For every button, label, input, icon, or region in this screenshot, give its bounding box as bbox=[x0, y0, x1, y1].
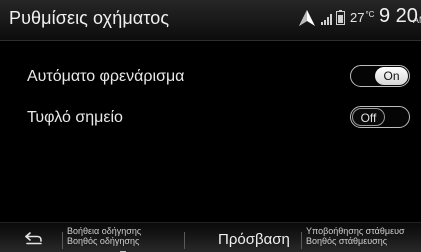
toggle-knob: On bbox=[375, 67, 408, 85]
parking-assist-label-1: Υποβοήθησης στάθμευσ bbox=[306, 226, 405, 236]
outside-temperature: 27°C bbox=[350, 10, 374, 25]
setting-row-blind-spot[interactable]: Τυφλό σημείο Off bbox=[0, 103, 421, 133]
signal-icon bbox=[321, 14, 332, 25]
clock-ampm: AM bbox=[413, 15, 421, 25]
parking-assist-button[interactable]: Υποβοήθησης στάθμευσ Βοηθός στάθμευσης bbox=[306, 226, 421, 250]
auto-braking-toggle[interactable]: On bbox=[350, 65, 410, 87]
parking-assist-label-2: Βοηθός στάθμευσης bbox=[306, 236, 388, 246]
driving-assist-button[interactable]: Βοήθεια οδήγησης Βοηθός οδήγησης bbox=[67, 226, 182, 250]
bottom-bar: Βοήθεια οδήγησης Βοηθός οδήγησης Πρόσβασ… bbox=[0, 222, 421, 252]
divider bbox=[301, 232, 302, 249]
access-button[interactable]: Πρόσβαση bbox=[218, 231, 290, 248]
setting-label-blind-spot: Τυφλό σημείο bbox=[27, 109, 123, 126]
nav-arrow-icon bbox=[299, 10, 315, 26]
header-bar: Ρυθμίσεις οχήματος 27°C 9 20 AM bbox=[0, 0, 421, 41]
page-title: Ρυθμίσεις οχήματος bbox=[9, 8, 170, 28]
temperature-value: 27 bbox=[350, 10, 365, 25]
driving-assist-label-1: Βοήθεια οδήγησης bbox=[67, 226, 142, 236]
temperature-unit: °C bbox=[365, 10, 375, 19]
phone-battery-icon bbox=[336, 10, 345, 25]
divider bbox=[184, 232, 185, 249]
toggle-knob: Off bbox=[352, 108, 385, 126]
driving-assist-label-2: Βοηθός οδήγησης bbox=[67, 236, 140, 246]
vehicle-settings-screen: Ρυθμίσεις οχήματος 27°C 9 20 AM Αυτόμα bbox=[0, 0, 421, 252]
divider bbox=[62, 232, 63, 249]
back-arrow-icon bbox=[25, 232, 42, 245]
setting-row-auto-braking[interactable]: Αυτόματο φρενάρισμα On bbox=[0, 62, 421, 92]
blind-spot-toggle[interactable]: Off bbox=[350, 106, 410, 128]
setting-label-auto-braking: Αυτόματο φρενάρισμα bbox=[27, 68, 185, 85]
back-button[interactable] bbox=[14, 227, 54, 249]
